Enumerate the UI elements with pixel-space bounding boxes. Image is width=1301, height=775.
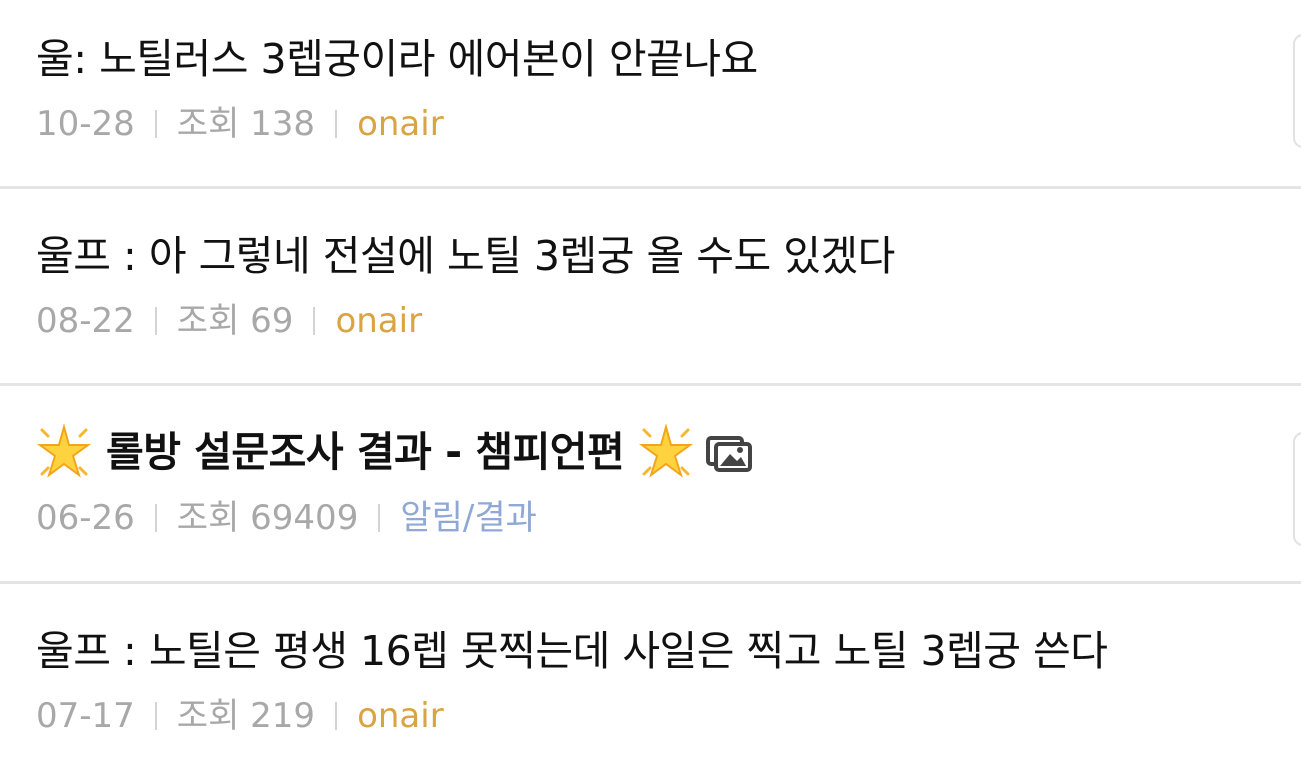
post-meta: 08-22 조회 69 onair xyxy=(36,301,422,341)
meta-separator xyxy=(154,702,157,730)
post-meta: 10-28 조회 138 onair xyxy=(36,104,444,144)
post-title[interactable]: 울: 노틸러스 3렙궁이라 에어본이 안끝나요 xyxy=(36,34,758,84)
post-item[interactable]: 울프 : 노틸은 평생 16렙 못찍는데 사일은 찍고 노틸 3렙궁 쓴다 07… xyxy=(0,584,1301,775)
meta-separator xyxy=(154,307,157,335)
post-date: 07-17 xyxy=(36,696,135,736)
sparkle-icon xyxy=(639,424,694,478)
adjacent-card-edge xyxy=(1293,34,1301,148)
post-title[interactable]: 울프 : 노틸은 평생 16렙 못찍는데 사일은 찍고 노틸 3렙궁 쓴다 xyxy=(36,626,1108,676)
post-category[interactable]: 알림/결과 xyxy=(400,498,537,538)
sparkle-icon xyxy=(36,424,92,478)
meta-separator xyxy=(154,110,157,138)
post-item[interactable]: 롤방 설문조사 결과 - 챔피언편 06-26 조회 69409 알림/결과 xyxy=(0,386,1301,581)
post-category[interactable]: onair xyxy=(357,696,444,736)
meta-separator xyxy=(313,307,316,335)
post-date: 08-22 xyxy=(36,301,135,341)
post-category[interactable]: onair xyxy=(357,104,444,144)
meta-separator xyxy=(335,110,338,138)
post-meta: 06-26 조회 69409 알림/결과 xyxy=(36,498,537,538)
post-category[interactable]: onair xyxy=(335,301,422,341)
meta-separator xyxy=(154,504,157,532)
post-meta: 07-17 조회 219 onair xyxy=(36,696,444,736)
post-views: 조회 219 xyxy=(176,696,316,736)
meta-separator xyxy=(378,504,381,532)
post-views: 조회 69 xyxy=(176,301,294,341)
post-item[interactable]: 울: 노틸러스 3렙궁이라 에어본이 안끝나요 10-28 조회 138 ona… xyxy=(0,0,1301,186)
post-date: 06-26 xyxy=(36,498,135,538)
post-views: 조회 138 xyxy=(176,104,316,144)
post-item[interactable]: 울프 : 아 그렇네 전설에 노틸 3렙궁 올 수도 있겠다 08-22 조회 … xyxy=(0,189,1301,383)
post-views: 조회 69409 xyxy=(176,498,359,538)
adjacent-card-edge xyxy=(1293,432,1301,546)
post-title[interactable]: 울프 : 아 그렇네 전설에 노틸 3렙궁 올 수도 있겠다 xyxy=(36,231,895,281)
post-title[interactable]: 롤방 설문조사 결과 - 챔피언편 xyxy=(106,427,625,477)
meta-separator xyxy=(335,702,338,730)
image-attachment-icon xyxy=(706,436,753,472)
post-date: 10-28 xyxy=(36,104,135,144)
post-title-row[interactable]: 롤방 설문조사 결과 - 챔피언편 xyxy=(36,424,754,480)
